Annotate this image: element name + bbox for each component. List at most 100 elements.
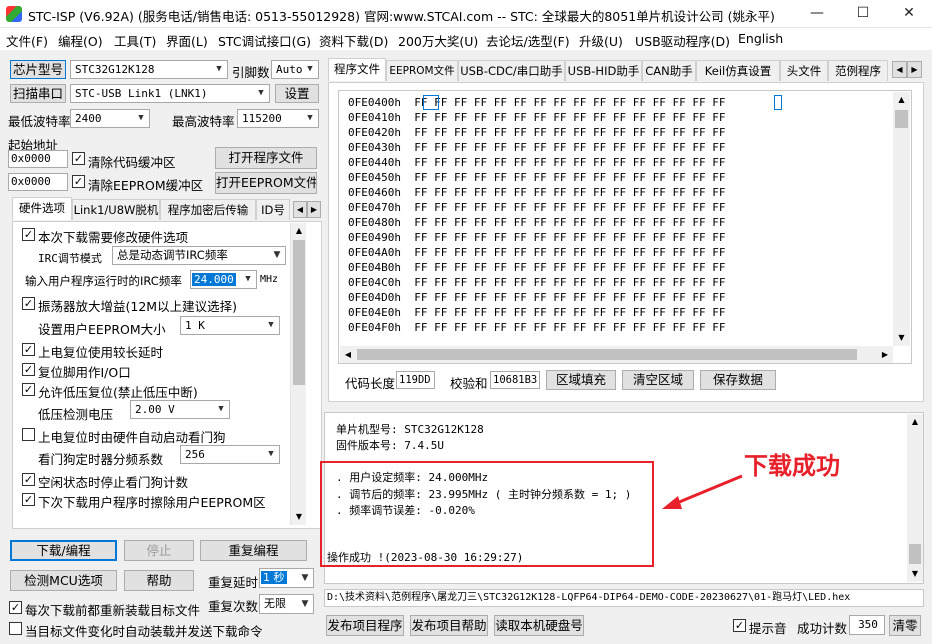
tab-header-file[interactable]: 头文件 (780, 60, 828, 81)
save-data-button[interactable]: 保存数据 (700, 370, 776, 390)
scroll-thumb[interactable] (909, 544, 921, 564)
scroll-thumb[interactable] (357, 349, 857, 360)
max-baud-select[interactable]: 115200 ▼ (237, 109, 319, 128)
log-scrollbar[interactable]: ▲ ▼ (907, 414, 923, 582)
menu-upgrade[interactable]: 升级(U) (579, 31, 623, 50)
publish-help-button[interactable]: 发布项目帮助 (410, 615, 488, 636)
hex-row[interactable]: 0FE0450h FF FF FF FF FF FF FF FF FF FF F… (348, 171, 726, 186)
clear-count-button[interactable]: 清零 (889, 615, 921, 636)
menu-tools[interactable]: 工具(T) (114, 31, 156, 50)
hex-row[interactable]: 0FE0480h FF FF FF FF FF FF FF FF FF FF F… (348, 216, 726, 231)
scroll-up-icon[interactable]: ▲ (291, 223, 307, 239)
auto-reload-checkbox[interactable] (9, 622, 22, 635)
low-voltage-select[interactable]: 2.00 V ▼ (130, 400, 230, 419)
port-select[interactable]: STC-USB Link1 (LNK1) ▼ (70, 84, 270, 103)
menu-interface[interactable]: 界面(L) (166, 31, 208, 50)
erase-eeprom-checkbox[interactable]: ✓ (22, 493, 35, 506)
menu-file[interactable]: 文件(F) (6, 31, 48, 50)
hex-row[interactable]: 0FE0490h FF FF FF FF FF FF FF FF FF FF F… (348, 231, 726, 246)
hex-row[interactable]: 0FE0440h FF FF FF FF FF FF FF FF FF FF F… (348, 156, 726, 171)
scroll-down-icon[interactable]: ▼ (291, 509, 307, 525)
modify-hw-checkbox[interactable]: ✓ (22, 228, 35, 241)
chip-select[interactable]: STC32G12K128 ▼ (70, 60, 228, 79)
eeprom-size-select[interactable]: 1 K ▼ (180, 316, 280, 335)
pins-select[interactable]: Auto ▼ (271, 60, 319, 79)
scan-port-button[interactable]: 扫描串口 (10, 84, 66, 103)
menu-english[interactable]: English (738, 31, 783, 46)
scroll-down-icon[interactable]: ▼ (893, 330, 910, 346)
hex-row[interactable]: 0FE0460h FF FF FF FF FF FF FF FF FF FF F… (348, 186, 726, 201)
menu-prize[interactable]: 200万大奖(U) (398, 31, 478, 50)
minimize-button[interactable]: — (794, 0, 840, 28)
tab-usb-hid[interactable]: USB-HID助手 (565, 60, 642, 81)
clear-code-checkbox[interactable]: ✓ (72, 152, 85, 165)
tab-scroll-left-icon[interactable]: ◀ (892, 61, 907, 78)
tab-examples[interactable]: 范例程序 (828, 60, 888, 81)
hex-hscrollbar[interactable]: ◀ ▶ (340, 346, 893, 363)
tab-usb-cdc[interactable]: USB-CDC/串口助手 (458, 60, 565, 81)
scroll-up-icon[interactable]: ▲ (907, 414, 923, 430)
open-eeprom-file-button[interactable]: 打开EEPROM文件 (215, 172, 317, 194)
start-address-code-input[interactable]: 0x0000 (8, 150, 68, 168)
repeat-count-select[interactable]: 无限 ▼ (259, 594, 314, 614)
idle-wdt-checkbox[interactable]: ✓ (22, 473, 35, 486)
reset-io-checkbox[interactable]: ✓ (22, 363, 35, 376)
hex-row[interactable]: 0FE0420h FF FF FF FF FF FF FF FF FF FF F… (348, 126, 726, 141)
scroll-thumb[interactable] (895, 110, 908, 128)
wdt-hw-checkbox[interactable] (22, 428, 35, 441)
power-delay-checkbox[interactable]: ✓ (22, 343, 35, 356)
open-program-file-button[interactable]: 打开程序文件 (215, 147, 317, 169)
tab-program-file[interactable]: 程序文件 (328, 58, 386, 81)
irc-mode-select[interactable]: 总是动态调节IRC频率 ▼ (112, 246, 286, 265)
hex-row[interactable]: 0FE0470h FF FF FF FF FF FF FF FF FF FF F… (348, 201, 726, 216)
tab-scroll-right-icon[interactable]: ▶ (307, 201, 321, 218)
wdt-divider-select[interactable]: 256 ▼ (180, 445, 280, 464)
scroll-right-icon[interactable]: ▶ (877, 346, 893, 363)
scroll-up-icon[interactable]: ▲ (893, 92, 910, 108)
menu-usb-driver[interactable]: USB驱动程序(D) (635, 31, 730, 50)
scroll-left-icon[interactable]: ◀ (340, 346, 356, 363)
close-button[interactable]: ✕ (886, 0, 932, 28)
help-button[interactable]: 帮助 (124, 570, 194, 591)
tab-hardware-options[interactable]: 硬件选项 (12, 197, 72, 220)
menu-downloads[interactable]: 资料下载(D) (319, 31, 388, 50)
hex-row[interactable]: 0FE0430h FF FF FF FF FF FF FF FF FF FF F… (348, 141, 726, 156)
menu-debug[interactable]: STC调试接口(G) (218, 31, 311, 50)
scroll-down-icon[interactable]: ▼ (907, 566, 923, 582)
hex-row[interactable]: 0FE04E0h FF FF FF FF FF FF FF FF FF FF F… (348, 306, 726, 321)
min-baud-select[interactable]: 2400 ▼ (70, 109, 150, 128)
reload-each-checkbox[interactable]: ✓ (9, 601, 22, 614)
fill-area-button[interactable]: 区域填充 (546, 370, 616, 390)
beep-checkbox[interactable]: ✓ (733, 619, 746, 632)
stop-button[interactable]: 停止 (124, 540, 194, 561)
hex-row[interactable]: 0FE0400h FF FF FF FF FF FF FF FF FF FF F… (348, 96, 726, 111)
tab-keil-sim[interactable]: Keil仿真设置 (696, 60, 780, 81)
hex-row[interactable]: 0FE0410h FF FF FF FF FF FF FF FF FF FF F… (348, 111, 726, 126)
hex-row[interactable]: 0FE04F0h FF FF FF FF FF FF FF FF FF FF F… (348, 321, 726, 336)
port-settings-button[interactable]: 设置 (275, 84, 319, 103)
hex-row[interactable]: 0FE04C0h FF FF FF FF FF FF FF FF FF FF F… (348, 276, 726, 291)
scroll-thumb[interactable] (293, 240, 305, 385)
irc-freq-select[interactable]: 24.000 ▼ (190, 270, 257, 289)
download-program-button[interactable]: 下载/编程 (10, 540, 117, 561)
maximize-button[interactable]: ☐ (840, 0, 886, 28)
tab-scroll-right-icon[interactable]: ▶ (907, 61, 922, 78)
tab-link1-offline[interactable]: Link1/U8W脱机 (72, 199, 160, 220)
tab-id[interactable]: ID号 (256, 199, 290, 220)
detect-mcu-button[interactable]: 检测MCU选项 (10, 570, 117, 591)
tab-scroll-left-icon[interactable]: ◀ (293, 201, 307, 218)
clear-area-button[interactable]: 清空区域 (622, 370, 694, 390)
osc-gain-checkbox[interactable]: ✓ (22, 297, 35, 310)
start-address-eeprom-input[interactable]: 0x0000 (8, 173, 68, 191)
hex-row[interactable]: 0FE04B0h FF FF FF FF FF FF FF FF FF FF F… (348, 261, 726, 276)
menu-program[interactable]: 编程(O) (58, 31, 103, 50)
clear-eeprom-checkbox[interactable]: ✓ (72, 175, 85, 188)
tab-eeprom-file[interactable]: EEPROM文件 (386, 60, 458, 81)
hex-row[interactable]: 0FE04D0h FF FF FF FF FF FF FF FF FF FF F… (348, 291, 726, 306)
repeat-delay-select[interactable]: 1 秒 ▼ (259, 568, 314, 588)
menu-forum[interactable]: 去论坛/选型(F) (486, 31, 570, 50)
tab-can[interactable]: CAN助手 (642, 60, 696, 81)
tab-encrypted-transfer[interactable]: 程序加密后传输 (160, 199, 256, 220)
read-disk-id-button[interactable]: 读取本机硬盘号 (494, 615, 584, 636)
lvr-checkbox[interactable]: ✓ (22, 383, 35, 396)
